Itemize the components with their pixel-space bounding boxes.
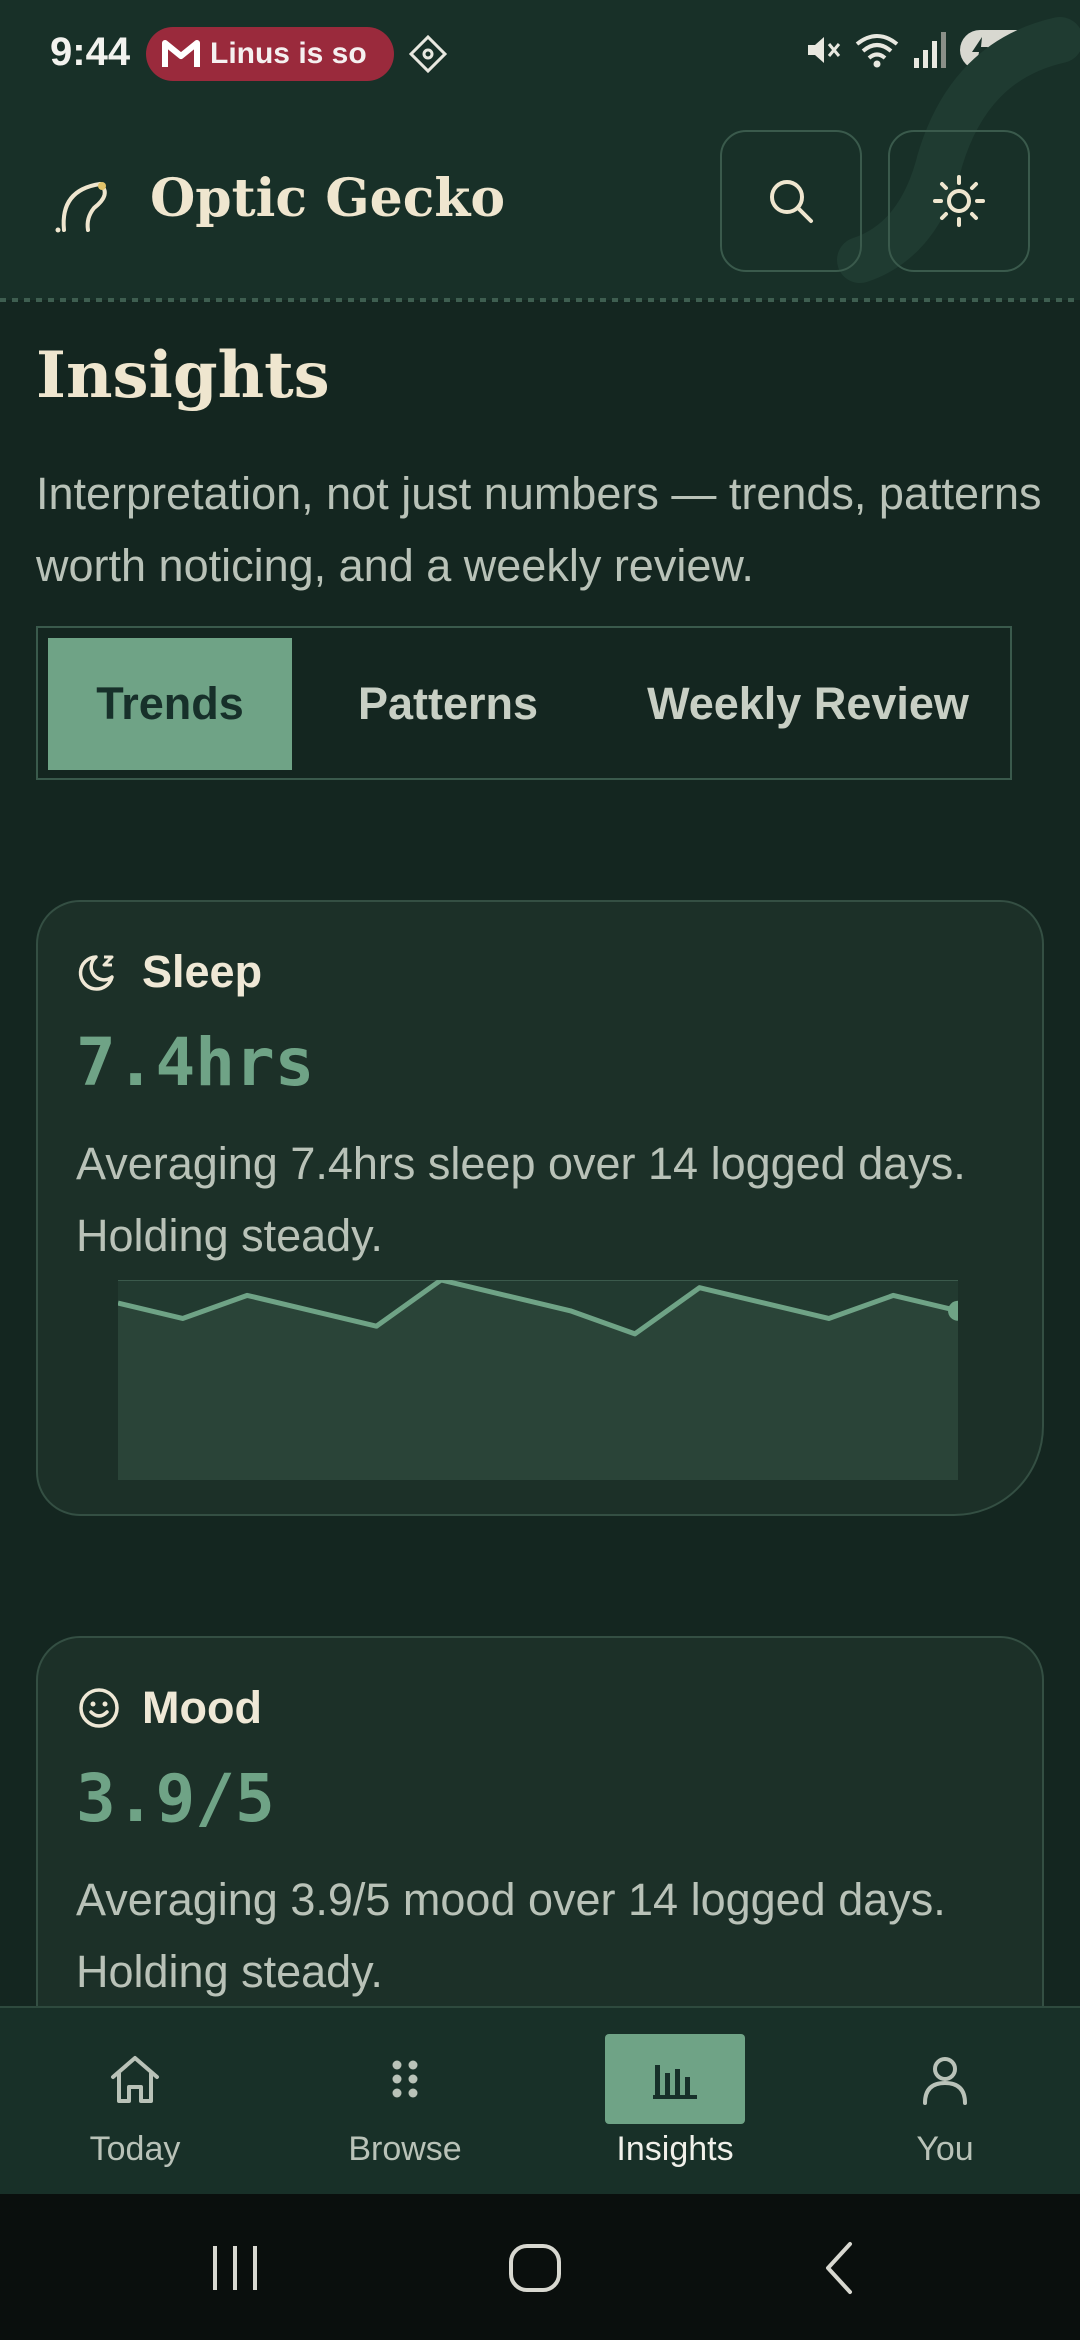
mood-description: Averaging 3.9/5 mood over 14 logged days… — [76, 1874, 946, 1997]
logo-icon — [55, 182, 107, 233]
notification-text: Linus is so — [210, 37, 367, 70]
gmail-icon — [162, 40, 200, 67]
screen: 9:44 Linus is so 52 Optic Gecko Insights… — [0, 0, 1080, 2340]
home-icon — [111, 2056, 159, 2103]
recent-apps-icon[interactable] — [205, 2238, 265, 2298]
insights-tabs: Trends Patterns Weekly Review — [36, 626, 1012, 780]
nav-browse-icon-wrap — [335, 2034, 475, 2124]
sleep-description: Averaging 7.4hrs sleep over 14 logged da… — [76, 1138, 966, 1261]
tab-trends[interactable]: Trends — [48, 638, 292, 770]
nfc-icon — [408, 34, 448, 74]
search-icon — [770, 180, 813, 223]
person-icon — [923, 2057, 967, 2105]
sun-icon — [933, 175, 985, 227]
app-brand: Optic Gecko — [150, 168, 506, 229]
status-time: 9:44 — [50, 30, 131, 74]
nav-browse-label: Browse — [348, 2130, 462, 2168]
theme-toggle-button[interactable] — [888, 130, 1030, 272]
nav-you-icon-wrap — [875, 2034, 1015, 2124]
sleep-trend-chart — [118, 1280, 958, 1480]
sleep-card-title: Sleep — [142, 946, 263, 997]
nav-you[interactable]: You — [845, 2008, 1045, 2196]
nav-insights-icon-wrap — [605, 2034, 745, 2124]
nav-browse[interactable]: Browse — [305, 2008, 505, 2196]
grid-dots-icon — [392, 2060, 418, 2098]
back-icon[interactable] — [810, 2238, 870, 2298]
mood-metric: 3.9/5 — [76, 1760, 275, 1837]
app-header: Optic Gecko — [0, 17, 1080, 300]
tab-weekly-review[interactable]: Weekly Review — [618, 638, 998, 770]
nav-you-label: You — [916, 2130, 974, 2168]
sleep-card-header: Sleep — [76, 946, 262, 998]
moon-icon — [78, 955, 114, 991]
nav-today[interactable]: Today — [35, 2008, 235, 2196]
sleep-metric: 7.4hrs — [76, 1024, 315, 1101]
mood-card-header: Mood — [76, 1682, 262, 1734]
header-divider — [0, 298, 1080, 302]
system-navigation-bar — [0, 2194, 1080, 2340]
smiley-icon — [79, 1688, 119, 1728]
bottom-navigation: Today Browse Insights You — [0, 2006, 1080, 2194]
notification-pill[interactable]: Linus is so — [146, 27, 394, 81]
nav-today-label: Today — [89, 2130, 181, 2168]
page-title: Insights — [36, 338, 330, 413]
nav-today-icon-wrap — [65, 2034, 205, 2124]
search-button[interactable] — [720, 130, 862, 272]
nav-insights[interactable]: Insights — [575, 2008, 775, 2196]
bar-chart-icon — [653, 2065, 697, 2099]
tab-patterns[interactable]: Patterns — [328, 638, 568, 770]
sleep-card[interactable]: Sleep 7.4hrs Averaging 7.4hrs sleep over… — [36, 900, 1044, 1516]
page-subtitle: Interpretation, not just numbers — trend… — [36, 468, 1042, 591]
nav-insights-label: Insights — [616, 2130, 734, 2168]
mood-card-title: Mood — [142, 1682, 262, 1733]
home-button-icon[interactable] — [505, 2238, 565, 2298]
